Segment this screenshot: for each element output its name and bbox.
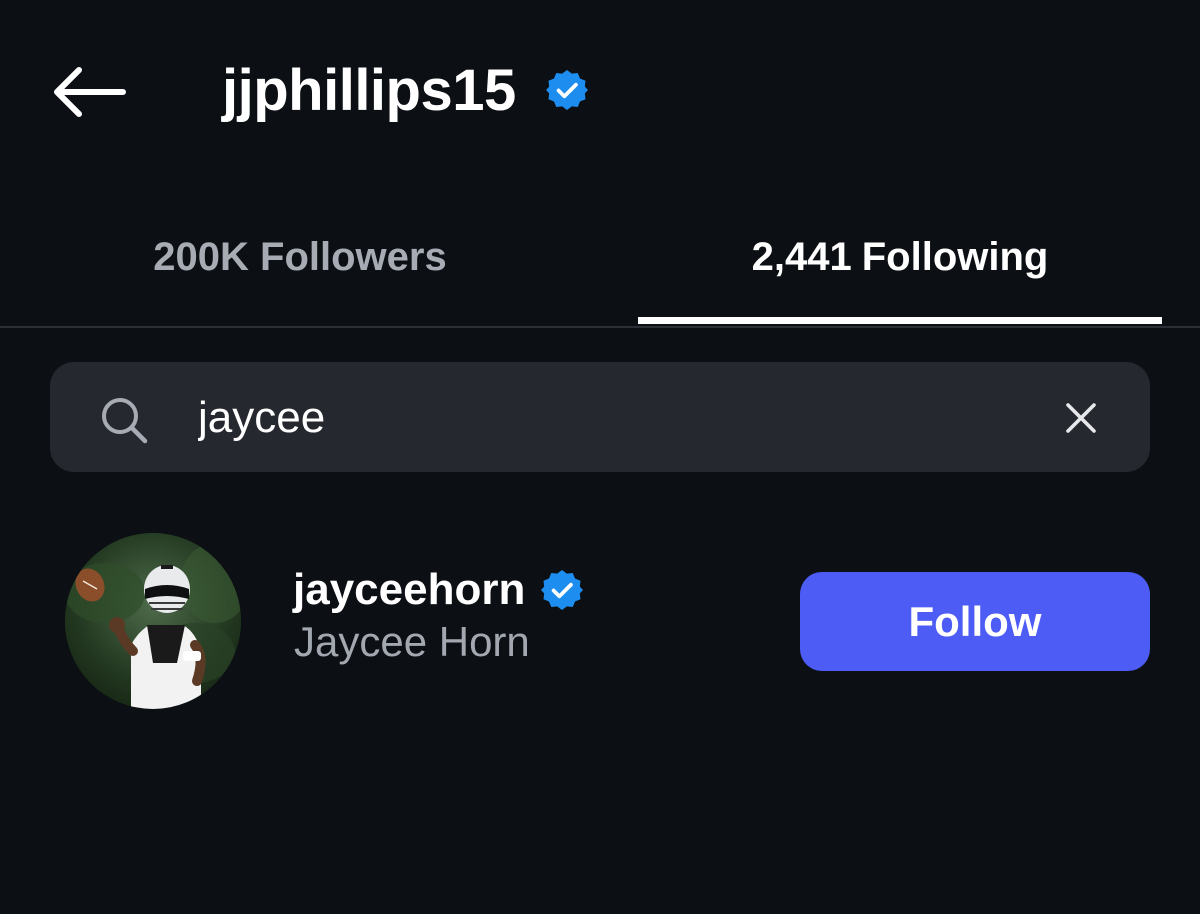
close-icon (1066, 403, 1096, 433)
page-title: jjphillips15 (222, 57, 516, 123)
search-icon (98, 394, 150, 446)
username[interactable]: jayceehorn (293, 565, 525, 615)
page-title-group: jjphillips15 (222, 50, 588, 130)
clear-search-button[interactable] (1055, 392, 1107, 444)
avatar[interactable] (65, 533, 241, 709)
follow-tabs: 200K Followers 2,441 Following (0, 190, 1200, 328)
tab-followers-label: 200K Followers (153, 234, 447, 279)
verified-badge-icon (541, 569, 584, 611)
username-group: jayceehorn (293, 560, 584, 620)
top-bar: jjphillips15 (0, 0, 1200, 180)
tab-followers[interactable]: 200K Followers (40, 190, 560, 324)
tab-following-count: 2,441 (751, 234, 852, 279)
back-button[interactable] (44, 52, 134, 132)
verified-badge-icon (545, 69, 588, 111)
follow-button[interactable]: Follow (800, 572, 1150, 671)
search-input[interactable] (198, 380, 998, 456)
full-name: Jaycee Horn (294, 618, 530, 665)
arrow-left-icon (54, 67, 126, 117)
tab-following[interactable]: 2,441 Following (640, 190, 1160, 324)
active-tab-indicator (638, 317, 1162, 324)
tab-following-label: Following (861, 234, 1049, 279)
